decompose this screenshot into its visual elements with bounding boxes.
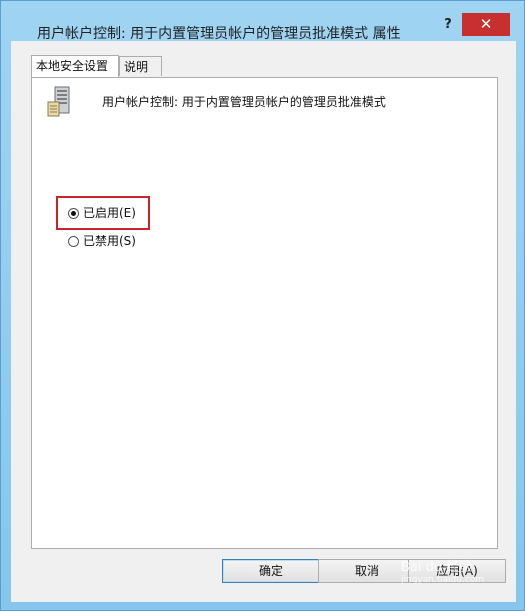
tab-explain[interactable]: 说明 bbox=[119, 56, 162, 76]
dialog-client: 本地安全设置 说明 用户帐户控制: 用于内置管理员帐户的管理员批准模式 已启用(… bbox=[11, 41, 516, 602]
server-icon bbox=[47, 86, 70, 117]
radio-unchecked-icon[interactable] bbox=[68, 236, 79, 247]
tab-local-security-setting[interactable]: 本地安全设置 bbox=[31, 55, 119, 77]
policy-name: 用户帐户控制: 用于内置管理员帐户的管理员批准模式 bbox=[102, 95, 386, 109]
radio-disabled[interactable]: 已禁用(S) bbox=[68, 232, 136, 250]
window-title: 用户帐户控制: 用于内置管理员帐户的管理员批准模式 属性 bbox=[37, 26, 401, 42]
watermark: Bai du 经验 jingyan.baidu.com bbox=[401, 556, 484, 585]
dialog-window: 用户帐户控制: 用于内置管理员帐户的管理员批准模式 属性 ? ✕ 本地安全设置 … bbox=[0, 0, 525, 611]
radio-checked-icon[interactable] bbox=[68, 208, 79, 219]
help-icon[interactable]: ? bbox=[441, 17, 455, 33]
settings-panel: 用户帐户控制: 用于内置管理员帐户的管理员批准模式 已启用(E) 已禁用(S) bbox=[31, 77, 498, 549]
radio-enabled[interactable]: 已启用(E) bbox=[68, 204, 136, 222]
watermark-text: Bai du 经验 bbox=[401, 560, 473, 575]
radio-disabled-label: 已禁用(S) bbox=[83, 234, 136, 248]
close-button[interactable]: ✕ bbox=[462, 13, 510, 36]
radio-enabled-label: 已启用(E) bbox=[83, 206, 136, 220]
ok-button[interactable]: 确定 bbox=[222, 559, 320, 583]
title-bar[interactable]: 用户帐户控制: 用于内置管理员帐户的管理员批准模式 属性 ? ✕ bbox=[1, 1, 525, 42]
watermark-url: jingyan.baidu.com bbox=[401, 575, 485, 585]
